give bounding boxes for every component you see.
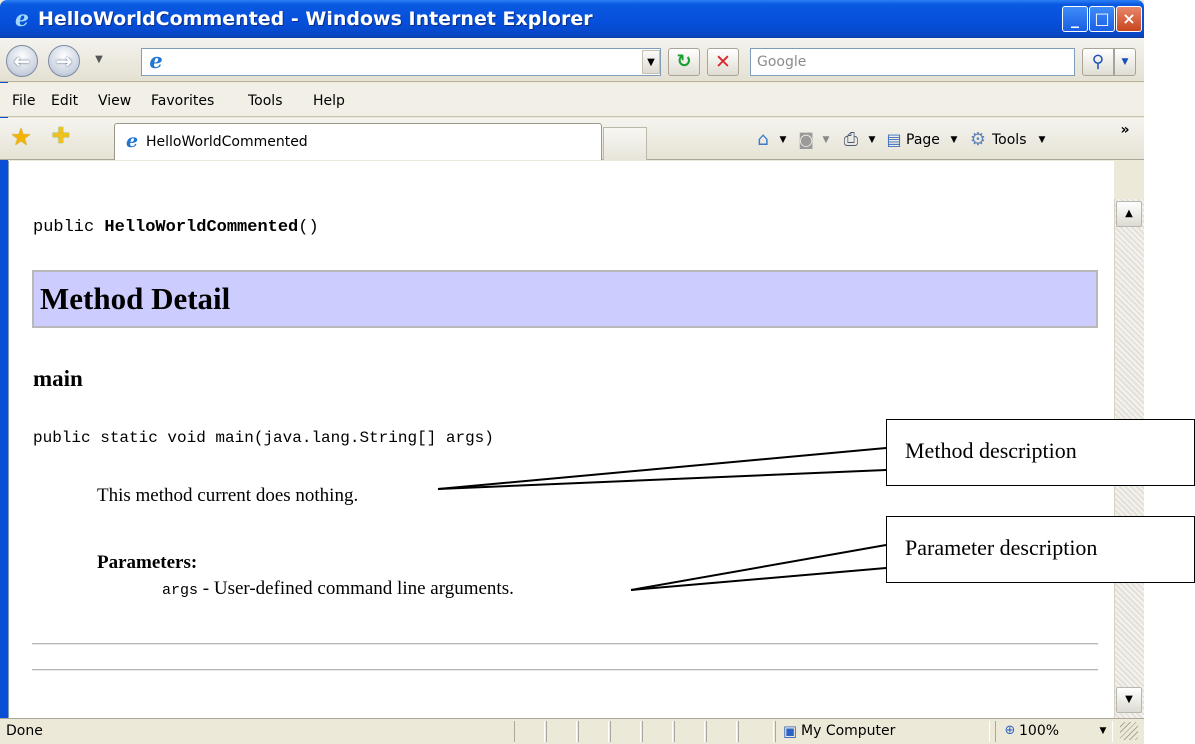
parameter-description-text: - User-defined command line arguments. <box>198 578 514 599</box>
tools-menu-button[interactable]: Tools <box>992 128 1027 152</box>
status-segment <box>578 721 609 742</box>
menu-tools[interactable]: Tools <box>248 91 283 111</box>
tab-label: HelloWorldCommented <box>146 134 308 150</box>
status-segment <box>514 721 545 742</box>
method-description-callout: Method description <box>886 419 1195 486</box>
status-segment <box>546 721 577 742</box>
parameters-heading: Parameters: <box>97 552 198 573</box>
page-menu-button[interactable]: Page <box>906 128 940 152</box>
zoom-dropdown-icon[interactable]: ▼ <box>1096 721 1110 741</box>
method-signature: public static void main(java.lang.String… <box>33 429 494 447</box>
stop-icon: ✕ <box>715 51 731 73</box>
tab-ie-icon: e <box>125 130 139 152</box>
search-options-button[interactable]: ▼ <box>1114 48 1136 76</box>
constructor-signature: public HelloWorldCommented() <box>33 216 319 240</box>
forward-button[interactable]: → <box>48 45 80 77</box>
menu-file[interactable]: File <box>12 91 35 111</box>
close-button[interactable]: × <box>1116 6 1142 32</box>
page-ie-icon: e <box>149 48 163 73</box>
back-button[interactable]: ← <box>6 45 38 77</box>
method-name-heading: main <box>33 366 83 391</box>
address-dropdown-button[interactable]: ▼ <box>642 50 660 74</box>
add-favorite-icon[interactable]: ✚ <box>48 124 74 150</box>
horizontal-rule <box>32 643 1098 645</box>
parameter-description-callout: Parameter description <box>886 516 1195 583</box>
status-segment <box>674 721 705 742</box>
status-segment <box>738 721 774 742</box>
status-segment <box>642 721 673 742</box>
section-title: Method Detail <box>40 281 231 316</box>
scroll-up-button[interactable]: ▲ <box>1116 201 1142 227</box>
home-icon[interactable]: ⌂ <box>750 128 776 152</box>
search-input[interactable]: Google <box>750 48 1075 76</box>
search-button[interactable]: ⚲ <box>1082 48 1114 76</box>
stop-button[interactable]: ✕ <box>707 48 739 76</box>
resize-grip[interactable] <box>1120 722 1138 740</box>
menu-edit[interactable]: Edit <box>51 91 78 111</box>
status-segment <box>706 721 737 742</box>
menu-help[interactable]: Help <box>313 91 345 111</box>
search-placeholder: Google <box>757 54 807 70</box>
history-dropdown-icon[interactable]: ▼ <box>93 54 105 68</box>
home-dropdown-icon[interactable]: ▼ <box>777 128 789 152</box>
status-text: Done <box>6 723 43 739</box>
print-icon[interactable]: ⎙ <box>838 128 864 152</box>
back-arrow-icon: ← <box>13 49 31 73</box>
constructor-prefix: public <box>33 218 105 237</box>
favorites-center-icon[interactable]: ★ <box>8 124 34 150</box>
constructor-suffix: () <box>298 218 319 237</box>
menu-view[interactable]: View <box>98 91 131 111</box>
zoom-level[interactable]: 100% <box>1019 720 1059 742</box>
address-input[interactable] <box>141 48 661 76</box>
status-segment <box>610 721 641 742</box>
page-icon[interactable]: ▤ <box>883 128 905 152</box>
computer-zone-icon: ▣ <box>782 722 798 740</box>
new-tab-button[interactable] <box>603 127 647 160</box>
maximize-button[interactable]: □ <box>1089 6 1115 32</box>
minimize-button[interactable]: _ <box>1062 6 1088 32</box>
tools-gear-icon[interactable]: ⚙ <box>967 128 989 152</box>
window-title: HelloWorldCommented - Windows Internet E… <box>38 8 593 30</box>
feeds-icon[interactable]: ◙ <box>794 128 818 152</box>
method-description-text: This method current does nothing. <box>97 485 359 506</box>
parameter-entry: args - User-defined command line argumen… <box>162 576 514 602</box>
scroll-down-button[interactable]: ▼ <box>1116 687 1142 713</box>
horizontal-rule <box>32 669 1098 671</box>
parameter-name: args <box>162 582 199 599</box>
forward-arrow-icon: → <box>55 49 73 73</box>
magnifier-icon: ⚲ <box>1091 52 1105 72</box>
refresh-icon: ↻ <box>676 51 692 72</box>
zoom-icon: ⊕ <box>1004 723 1016 738</box>
zone-label: My Computer <box>801 723 896 739</box>
feeds-dropdown-icon[interactable]: ▼ <box>820 128 832 152</box>
tools-dropdown-icon[interactable]: ▼ <box>1036 128 1048 152</box>
page-dropdown-icon[interactable]: ▼ <box>948 128 960 152</box>
refresh-button[interactable]: ↻ <box>668 48 700 76</box>
constructor-name: HelloWorldCommented <box>104 218 299 237</box>
ie-logo-icon: e <box>15 6 29 32</box>
menu-favorites[interactable]: Favorites <box>151 91 214 111</box>
more-commands-chevron-icon[interactable]: » <box>1115 120 1135 140</box>
print-dropdown-icon[interactable]: ▼ <box>866 128 878 152</box>
